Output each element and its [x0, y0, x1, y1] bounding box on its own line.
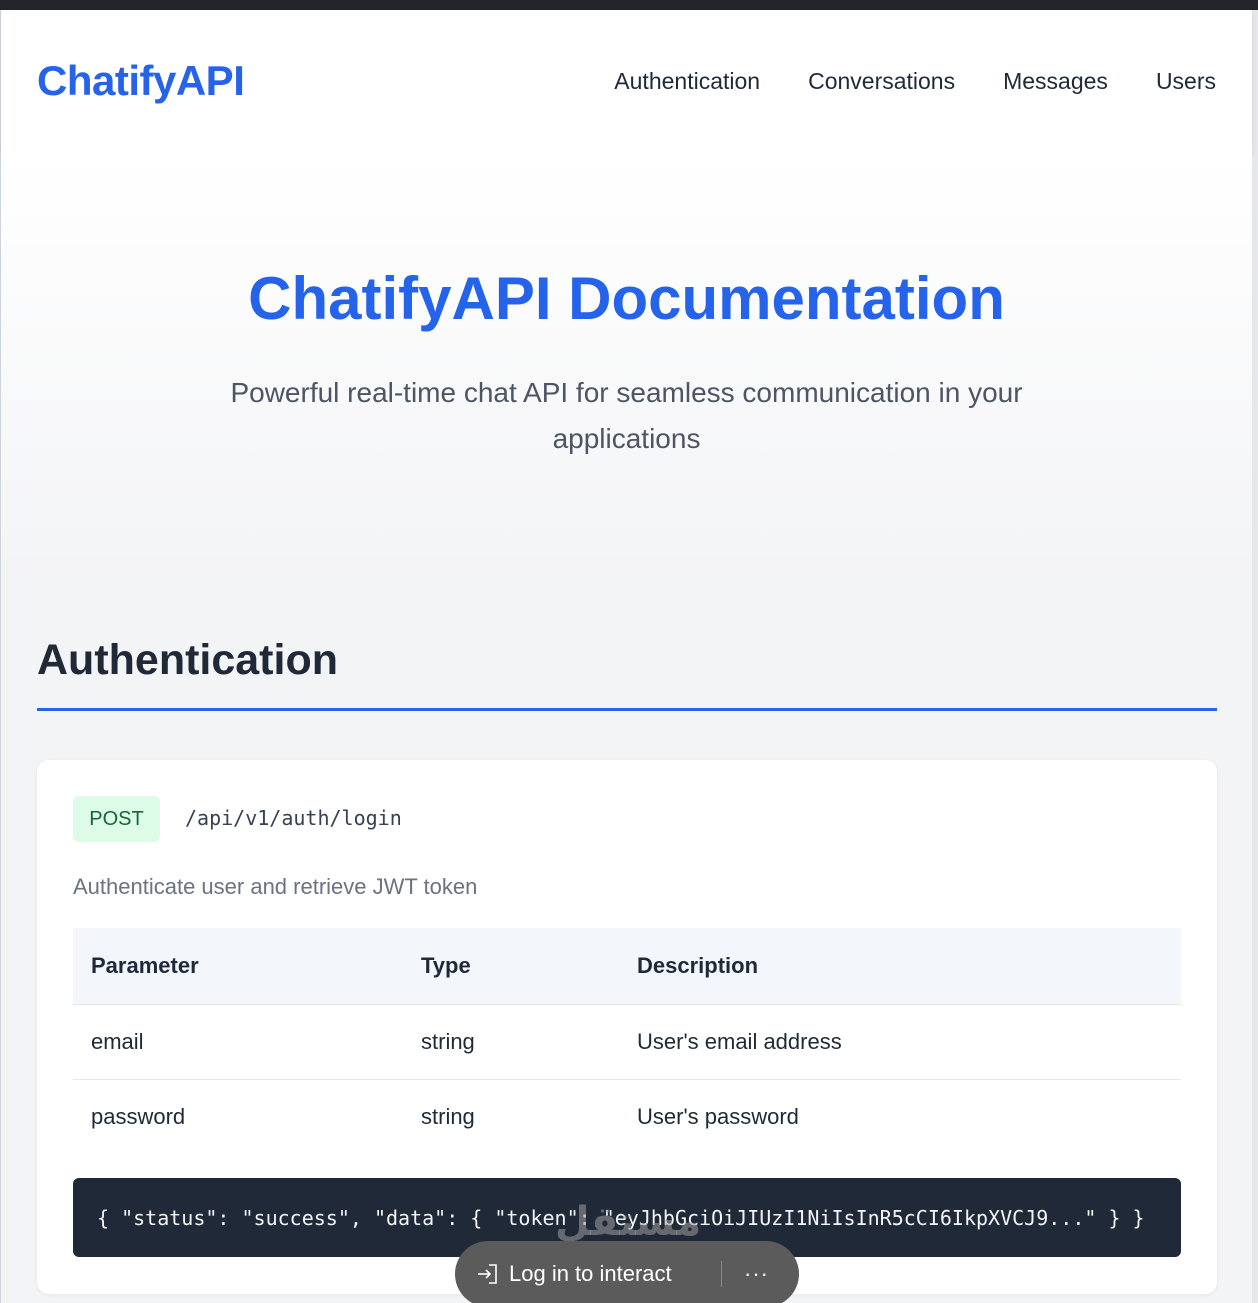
- column-header-description: Description: [619, 928, 1181, 1004]
- endpoint-card: POST /api/v1/auth/login Authenticate use…: [37, 760, 1217, 1294]
- table-header-row: Parameter Type Description: [73, 928, 1181, 1004]
- endpoint-description: Authenticate user and retrieve JWT token: [73, 874, 478, 899]
- pill-divider: [721, 1261, 723, 1287]
- parameters-table: Parameter Type Description email string …: [73, 928, 1181, 1154]
- window-top-strip: [0, 0, 1258, 10]
- param-name: email: [73, 1003, 403, 1079]
- nav-link-users[interactable]: Users: [1156, 68, 1216, 95]
- login-to-interact-label[interactable]: Log in to interact: [509, 1261, 672, 1287]
- section-title-authentication: Authentication: [37, 636, 338, 684]
- param-description: User's password: [619, 1078, 1181, 1154]
- page-subtitle: Powerful real-time chat API for seamless…: [230, 377, 1023, 454]
- param-name: password: [73, 1078, 403, 1154]
- nav-link-conversations[interactable]: Conversations: [808, 68, 955, 95]
- page-title: ChatifyAPI Documentation: [248, 265, 1005, 332]
- site-header: ChatifyAPI Authentication Conversations …: [1, 10, 1252, 152]
- table-row: password string User's password: [73, 1078, 1181, 1154]
- section-divider: [37, 708, 1217, 711]
- login-icon: [475, 1261, 501, 1287]
- column-header-parameter: Parameter: [73, 928, 403, 1004]
- http-method-badge: POST: [73, 796, 160, 842]
- table-row: email string User's email address: [73, 1003, 1181, 1079]
- param-type: string: [403, 1078, 619, 1154]
- column-header-type: Type: [403, 928, 619, 1004]
- hero-section: ChatifyAPI Documentation Powerful real-t…: [1, 152, 1252, 582]
- param-type: string: [403, 1003, 619, 1079]
- login-to-interact-bar[interactable]: Log in to interact ···: [455, 1241, 799, 1303]
- endpoint-path: /api/v1/auth/login: [185, 806, 402, 830]
- scrollbar-track[interactable]: [1252, 10, 1258, 1303]
- param-description: User's email address: [619, 1003, 1181, 1079]
- more-icon[interactable]: ···: [744, 1261, 769, 1287]
- site-logo[interactable]: ChatifyAPI: [37, 57, 245, 105]
- nav-link-authentication[interactable]: Authentication: [614, 68, 760, 95]
- nav-link-messages[interactable]: Messages: [1003, 68, 1108, 95]
- main-nav: Authentication Conversations Messages Us…: [614, 68, 1216, 95]
